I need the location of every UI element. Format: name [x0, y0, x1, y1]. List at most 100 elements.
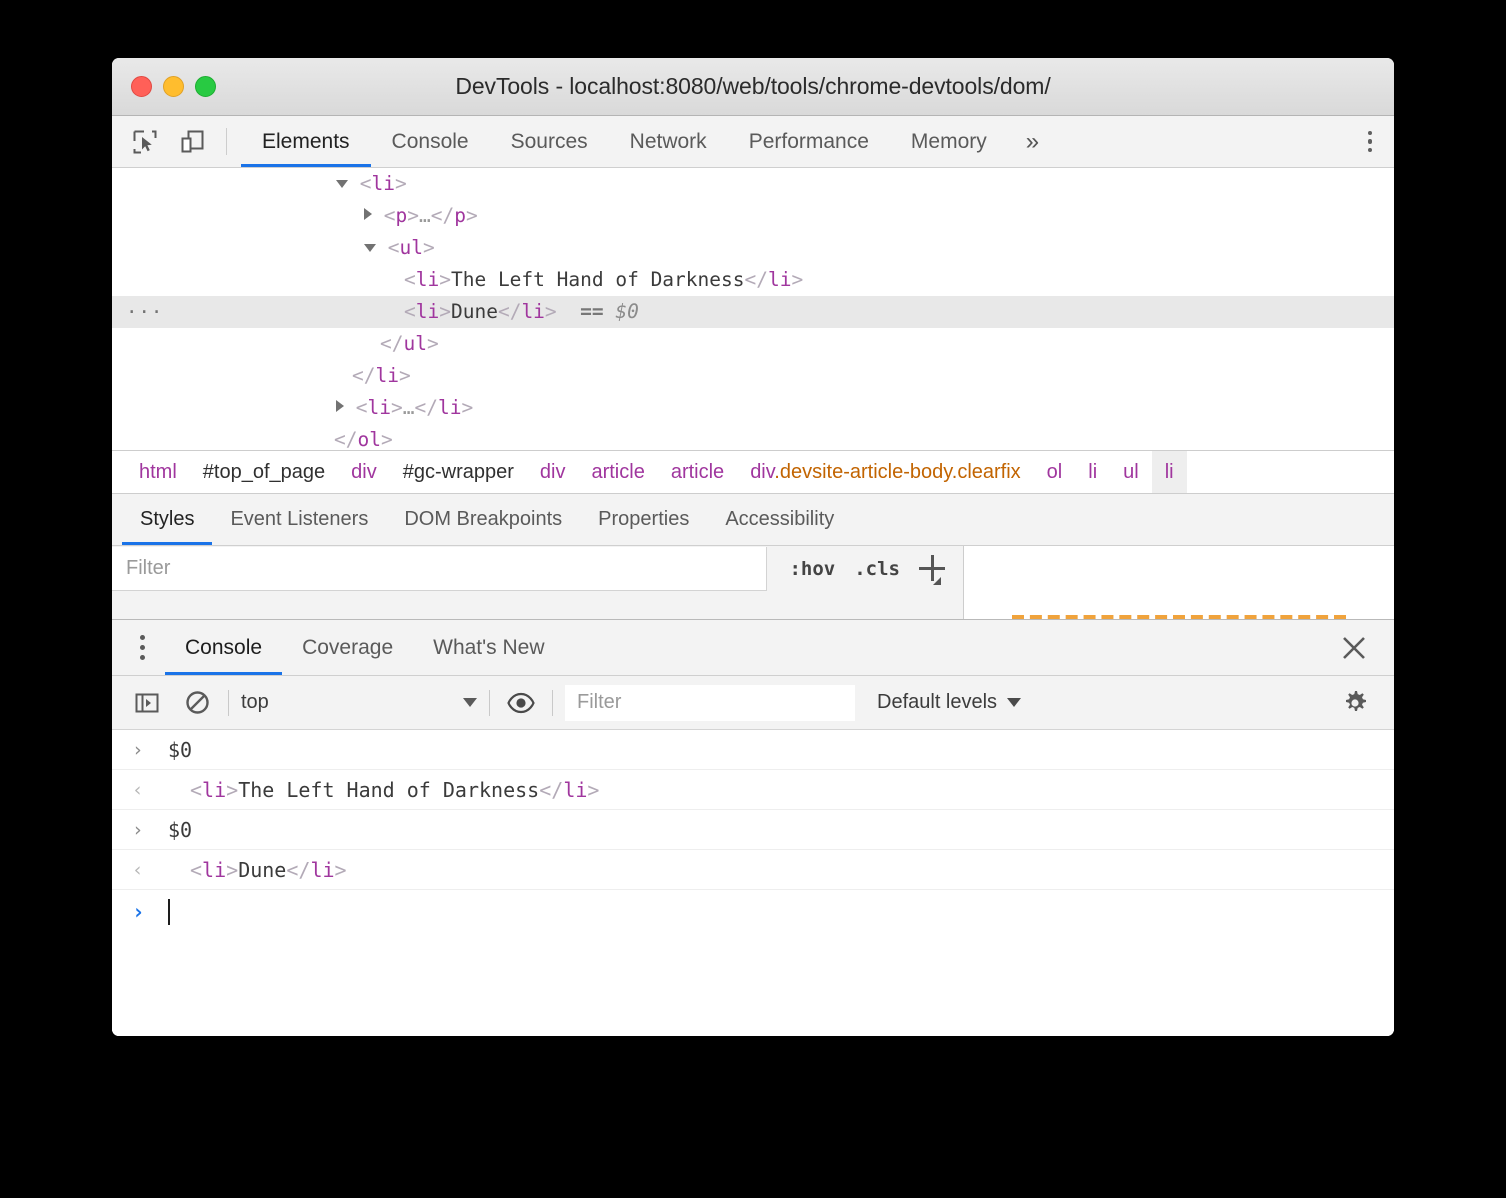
dom-tree-row[interactable]: </li>: [112, 360, 1394, 392]
live-expression-icon[interactable]: [502, 684, 540, 722]
force-state-button[interactable]: :hov: [789, 558, 835, 580]
breadcrumb-item[interactable]: #top_of_page: [190, 451, 338, 493]
add-new-style-rule-icon[interactable]: [919, 555, 947, 585]
drawer-tab-console[interactable]: Console: [165, 620, 283, 675]
breadcrumb-item[interactable]: li: [1075, 451, 1110, 493]
tab-label: Sources: [510, 129, 588, 153]
dom-tree-row[interactable]: <p>…</p>: [112, 200, 1394, 232]
dom-row-content: <ul>: [112, 232, 1394, 264]
expand-arrow-icon[interactable]: [336, 180, 348, 188]
dom-token: >: [465, 204, 478, 227]
console-input-message: › $0: [112, 730, 1394, 770]
tab-event-listeners[interactable]: Event Listeners: [212, 494, 386, 545]
maximize-window-button[interactable]: [195, 76, 216, 97]
clear-console-icon[interactable]: [178, 684, 216, 722]
console-log-levels-selector[interactable]: Default levels: [877, 691, 1022, 714]
dom-tree-row[interactable]: </ol>: [112, 424, 1394, 450]
element-classes-button[interactable]: .cls: [854, 558, 900, 580]
dom-tree-row[interactable]: <li>…</li>: [112, 392, 1394, 424]
drawer-tab-coverage[interactable]: Coverage: [282, 620, 413, 675]
dom-tree[interactable]: <li> <p>…</p> <ul> <li>The Left Hand of D…: [112, 168, 1394, 450]
styles-rules-pane: Filter :hov .cls: [112, 546, 964, 621]
breadcrumb-item[interactable]: article: [578, 451, 657, 493]
traffic-lights: [131, 76, 216, 97]
breadcrumb-item[interactable]: li: [1151, 451, 1187, 493]
dom-tree-row[interactable]: <li>The Left Hand of Darkness</li>: [112, 264, 1394, 296]
console-token: li: [563, 777, 588, 802]
drawer-more-options-icon[interactable]: [112, 620, 165, 675]
dom-token: $0: [603, 300, 639, 323]
dom-row-content: <li>The Left Hand of Darkness</li>: [112, 264, 1394, 296]
tab-network[interactable]: Network: [609, 116, 728, 167]
breadcrumb-item-label: #gc-wrapper: [402, 461, 514, 483]
dom-token: li: [371, 172, 395, 195]
breadcrumb[interactable]: html #top_of_page div #gc-wrapper div article…: [112, 450, 1394, 494]
console-settings-icon[interactable]: [1316, 688, 1394, 718]
collapse-arrow-icon[interactable]: [336, 400, 344, 412]
dom-token: >: [422, 236, 435, 259]
tab-label: Event Listeners: [230, 508, 369, 530]
tab-sources[interactable]: Sources: [490, 116, 609, 167]
console-message-list: › $0 ‹ <li>The Left Hand of Darkness</li> › $…: [112, 730, 1394, 1036]
more-tabs-icon[interactable]: »: [1008, 116, 1057, 167]
console-token: $0: [168, 737, 193, 762]
breadcrumb-item[interactable]: html: [126, 451, 190, 493]
tab-properties[interactable]: Properties: [580, 494, 707, 545]
expand-arrow-icon[interactable]: [364, 244, 376, 252]
breadcrumb-item[interactable]: ul: [1110, 451, 1152, 493]
main-menu-icon[interactable]: [1346, 130, 1395, 153]
console-sidebar-icon[interactable]: [128, 684, 166, 722]
console-prompt[interactable]: ›: [112, 890, 1394, 934]
chevron-down-icon: [1007, 698, 1022, 707]
devtools-window: DevTools - localhost:8080/web/tools/chro…: [112, 58, 1394, 1036]
console-message-text: <li>The Left Hand of Darkness</li>: [168, 778, 599, 802]
tab-console[interactable]: Console: [371, 116, 490, 167]
dom-token: ul: [403, 332, 427, 355]
tab-styles[interactable]: Styles: [122, 494, 213, 545]
tab-performance[interactable]: Performance: [728, 116, 890, 167]
dom-row-content: <p>…</p>: [112, 200, 1394, 232]
drawer-tab-whats-new[interactable]: What's New: [413, 620, 564, 675]
console-message-text: $0: [168, 738, 192, 762]
tab-memory[interactable]: Memory: [890, 116, 1008, 167]
minimize-window-button[interactable]: [163, 76, 184, 97]
breadcrumb-item-label: ul: [1123, 461, 1139, 483]
dom-token: <: [387, 236, 400, 259]
drawer-tab-strip: Console Coverage What's New: [112, 620, 1394, 676]
styles-filter-input[interactable]: Filter: [112, 547, 768, 591]
dom-token: >: [544, 300, 557, 323]
dom-tree-row[interactable]: </ul>: [112, 328, 1394, 360]
console-token: >: [587, 777, 600, 802]
console-filter-input[interactable]: Filter: [565, 684, 855, 721]
breadcrumb-item[interactable]: article: [658, 451, 737, 493]
dom-row-content: <li>…</li>: [112, 392, 1394, 424]
tab-dom-breakpoints[interactable]: DOM Breakpoints: [386, 494, 580, 545]
tab-label: Performance: [748, 129, 869, 153]
device-toolbar-icon[interactable]: [176, 125, 210, 159]
dom-token: >: [390, 396, 403, 419]
console-context-value: top: [241, 691, 269, 713]
tab-elements[interactable]: Elements: [241, 116, 371, 167]
dom-token: li: [521, 300, 545, 323]
toolbar-right-group: [1345, 116, 1395, 167]
inspect-element-icon[interactable]: [128, 125, 162, 159]
console-token: Dune: [238, 857, 287, 882]
breadcrumb-item[interactable]: div: [338, 451, 390, 493]
dom-tree-row[interactable]: ··· <li>Dune</li> == $0: [112, 296, 1394, 328]
dom-token: ul: [399, 236, 423, 259]
dom-row-badge[interactable]: ···: [126, 296, 163, 328]
close-drawer-icon[interactable]: [1314, 620, 1394, 675]
breadcrumb-item[interactable]: #gc-wrapper: [390, 451, 527, 493]
dom-tree-row[interactable]: <ul>: [112, 232, 1394, 264]
console-context-selector[interactable]: top: [241, 691, 477, 714]
breadcrumb-item-label: li: [1164, 461, 1174, 483]
breadcrumb-item[interactable]: div.devsite-article-body.clearfix: [737, 451, 1033, 493]
breadcrumb-item[interactable]: ol: [1034, 451, 1076, 493]
tab-accessibility[interactable]: Accessibility: [707, 494, 852, 545]
dom-tree-row[interactable]: <li>: [112, 168, 1394, 200]
dom-token: >: [791, 268, 804, 291]
collapse-arrow-icon[interactable]: [364, 208, 372, 220]
console-token: li: [310, 857, 335, 882]
breadcrumb-item[interactable]: div: [527, 451, 579, 493]
close-window-button[interactable]: [131, 76, 152, 97]
